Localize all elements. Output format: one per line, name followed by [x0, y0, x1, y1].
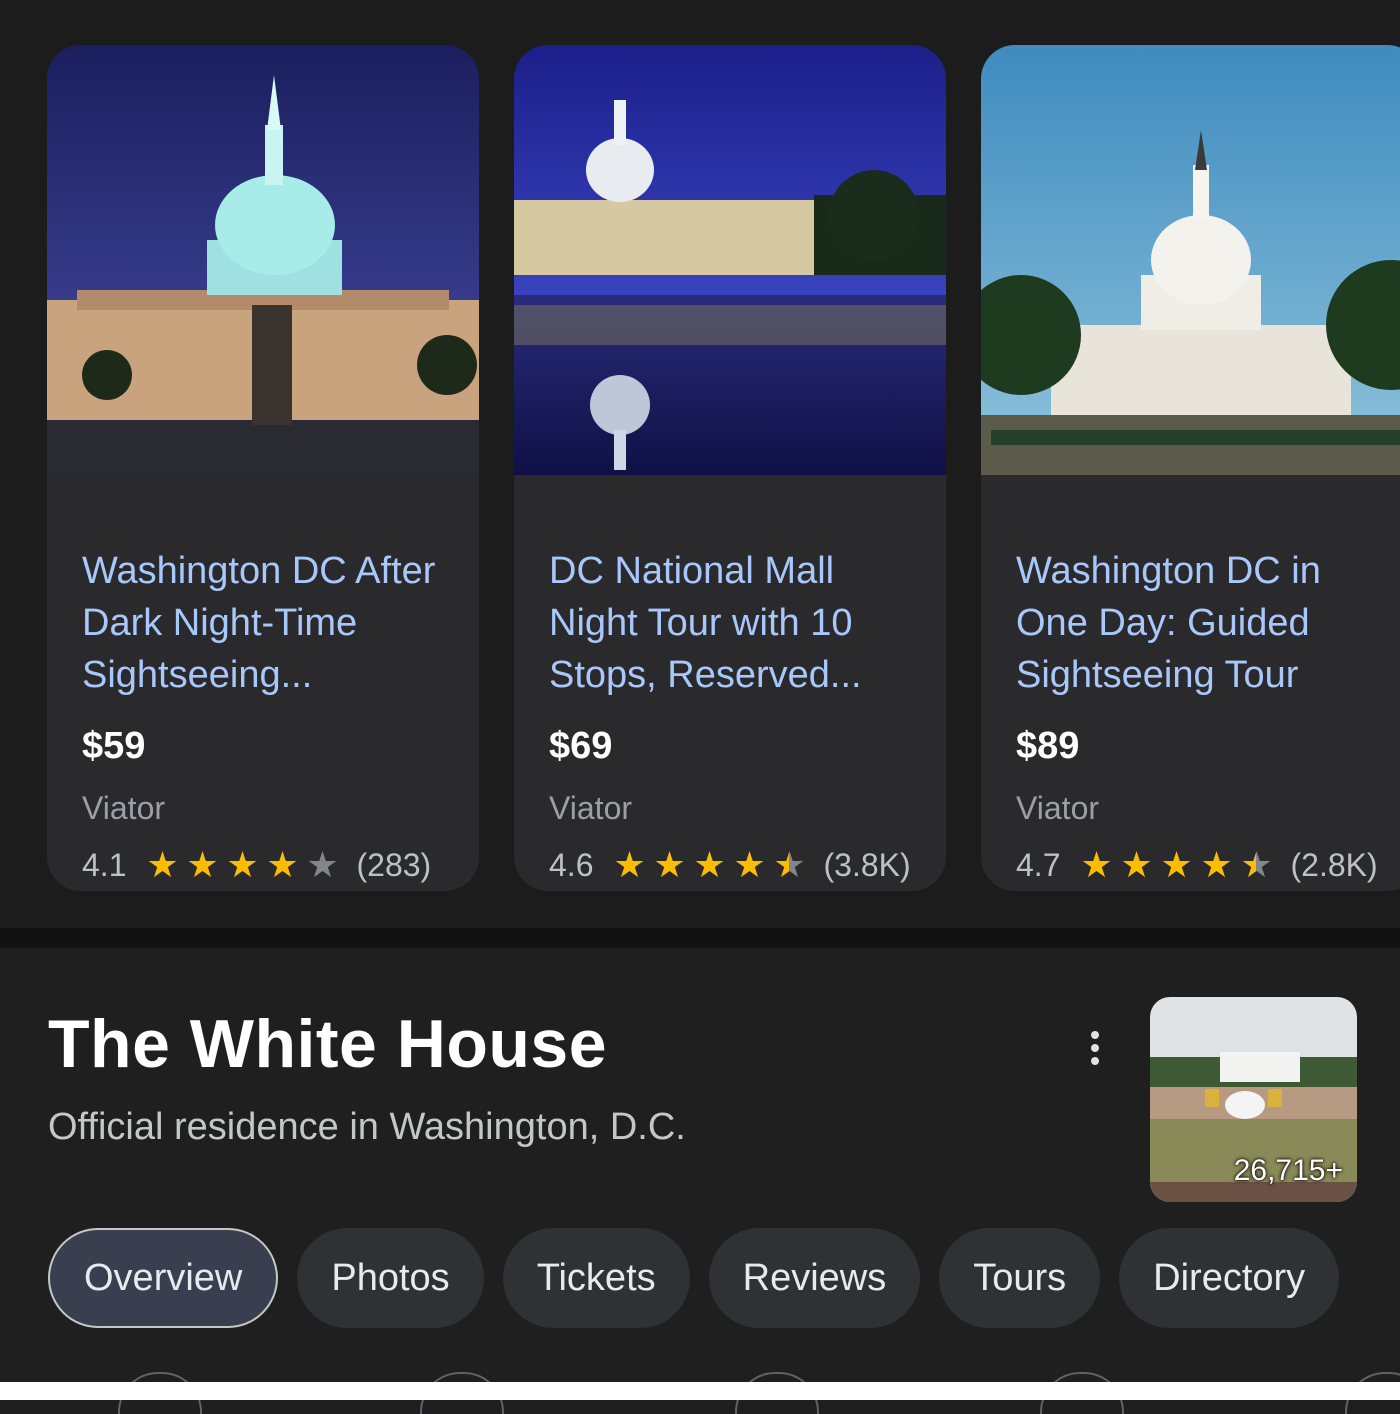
tab-tours[interactable]: Tours: [939, 1228, 1101, 1328]
tour-price: $69: [549, 725, 613, 767]
tour-title[interactable]: DC National Mall Night Tour with 10 Stop…: [549, 545, 919, 701]
star-icon: ★: [226, 844, 259, 885]
place-photo-thumbnail[interactable]: 26,715+: [1150, 997, 1357, 1202]
star-icon: ★: [1080, 844, 1113, 885]
tour-source: Viator: [1016, 790, 1100, 826]
tab-bar: Overview Photos Tickets Reviews Tours Di…: [48, 1228, 1340, 1328]
tab-photos[interactable]: Photos: [297, 1228, 484, 1328]
more-vert-icon[interactable]: [1074, 1022, 1116, 1074]
tab-overview[interactable]: Overview: [48, 1228, 279, 1328]
rating-value: 4.6: [549, 846, 594, 883]
place-title: The White House: [48, 1006, 608, 1082]
star-icon: ★: [769, 845, 809, 885]
tour-rating: 4.1 ★ ★ ★ ★ ★ (283): [82, 845, 431, 885]
star-icon: ★: [1200, 844, 1233, 885]
tab-tickets[interactable]: Tickets: [502, 1228, 690, 1328]
tour-source: Viator: [549, 790, 633, 826]
star-rating: ★ ★ ★ ★ ★: [609, 845, 809, 885]
tour-card-image[interactable]: [47, 45, 479, 475]
star-icon: ★: [733, 844, 766, 885]
star-icon: ★: [693, 844, 726, 885]
star-icon: ★: [1160, 844, 1193, 885]
tour-card-image[interactable]: [514, 45, 946, 475]
review-count: (283): [356, 846, 432, 883]
tour-card[interactable]: Washington DC in One Day: Guided Sightse…: [981, 45, 1400, 891]
tour-rating: 4.7 ★ ★ ★ ★ ★ (2.8K): [1016, 845, 1378, 885]
star-icon: ★: [186, 844, 219, 885]
tour-card-image[interactable]: [981, 45, 1400, 475]
star-icon: ★: [653, 844, 686, 885]
capitol-night-photo: [47, 45, 479, 475]
tab-reviews[interactable]: Reviews: [708, 1228, 921, 1328]
review-count: (2.8K): [1290, 846, 1378, 883]
star-icon: ★: [613, 844, 646, 885]
bottom-edge: [0, 1382, 1400, 1400]
tour-source: Viator: [82, 790, 166, 826]
star-rating: ★ ★ ★ ★ ★: [142, 845, 342, 885]
tour-card[interactable]: DC National Mall Night Tour with 10 Stop…: [514, 45, 946, 891]
rating-value: 4.7: [1016, 846, 1061, 883]
capitol-day-photo: [981, 45, 1400, 475]
tour-card[interactable]: Washington DC After Dark Night-Time Sigh…: [47, 45, 479, 891]
star-icon: ★: [266, 844, 299, 885]
tour-rating: 4.6 ★ ★ ★ ★ ★ (3.8K): [549, 845, 911, 885]
star-icon: ★: [1120, 844, 1153, 885]
star-icon: ★: [1236, 845, 1276, 885]
star-icon: ★: [306, 844, 339, 885]
tour-price: $59: [82, 725, 146, 767]
star-icon: ★: [146, 844, 179, 885]
section-divider: [0, 928, 1400, 948]
rating-value: 4.1: [82, 846, 127, 883]
review-count: (3.8K): [823, 846, 911, 883]
capitol-reflecting-pool-photo: [514, 45, 946, 475]
tour-title[interactable]: Washington DC After Dark Night-Time Sigh…: [82, 545, 452, 701]
photo-count: 26,715+: [1233, 1154, 1343, 1187]
star-rating: ★ ★ ★ ★ ★: [1076, 845, 1276, 885]
place-subtitle: Official residence in Washington, D.C.: [48, 1106, 686, 1148]
tab-directory[interactable]: Directory: [1119, 1228, 1340, 1328]
tour-title[interactable]: Washington DC in One Day: Guided Sightse…: [1016, 545, 1386, 701]
tour-price: $89: [1016, 725, 1080, 767]
